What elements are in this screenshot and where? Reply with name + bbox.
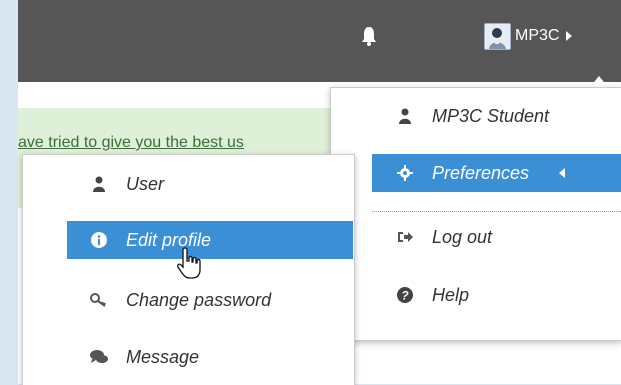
user-menu-toggle[interactable]: MP3C bbox=[484, 22, 573, 50]
menu-arrow bbox=[590, 76, 608, 87]
menu-item-label: Log out bbox=[432, 226, 493, 247]
submenu-item-label: Change password bbox=[126, 289, 272, 310]
user-icon bbox=[394, 108, 416, 124]
menu-item-label: Preferences bbox=[432, 162, 530, 183]
menu-divider bbox=[372, 211, 621, 212]
submenu-item-edit-profile[interactable]: Edit profile bbox=[67, 221, 353, 259]
svg-text:?: ? bbox=[401, 289, 409, 303]
menu-item-label: Help bbox=[432, 284, 470, 305]
menu-item-preferences[interactable]: Preferences bbox=[372, 154, 621, 192]
gear-icon bbox=[394, 165, 416, 181]
menu-item-logout[interactable]: Log out bbox=[394, 218, 621, 256]
submenu-item-change-password[interactable]: Change password bbox=[88, 281, 350, 319]
bell-icon[interactable] bbox=[361, 25, 377, 47]
top-navbar: MP3C bbox=[18, 0, 621, 82]
alert-text: ave tried to give you the best us bbox=[18, 134, 244, 151]
caret-left-icon bbox=[559, 168, 566, 178]
comments-icon bbox=[88, 350, 110, 364]
caret-right-icon bbox=[566, 31, 573, 41]
submenu-item-label: Message bbox=[126, 346, 200, 367]
user-name: MP3C bbox=[515, 27, 560, 44]
menu-item-help[interactable]: ? Help bbox=[394, 276, 621, 314]
key-icon bbox=[88, 293, 110, 307]
avatar bbox=[484, 22, 511, 50]
submenu-item-user[interactable]: User bbox=[88, 165, 350, 203]
submenu-item-message[interactable]: Message bbox=[88, 338, 350, 376]
menu-item-label: MP3C Student bbox=[432, 105, 550, 126]
question-circle-icon: ? bbox=[394, 287, 416, 303]
user-icon bbox=[88, 176, 110, 192]
info-circle-icon bbox=[88, 232, 110, 248]
submenu-item-label: User bbox=[126, 173, 165, 194]
menu-item-profile[interactable]: MP3C Student bbox=[394, 97, 621, 135]
hand-cursor-icon bbox=[177, 247, 201, 279]
sign-out-icon bbox=[394, 230, 416, 244]
